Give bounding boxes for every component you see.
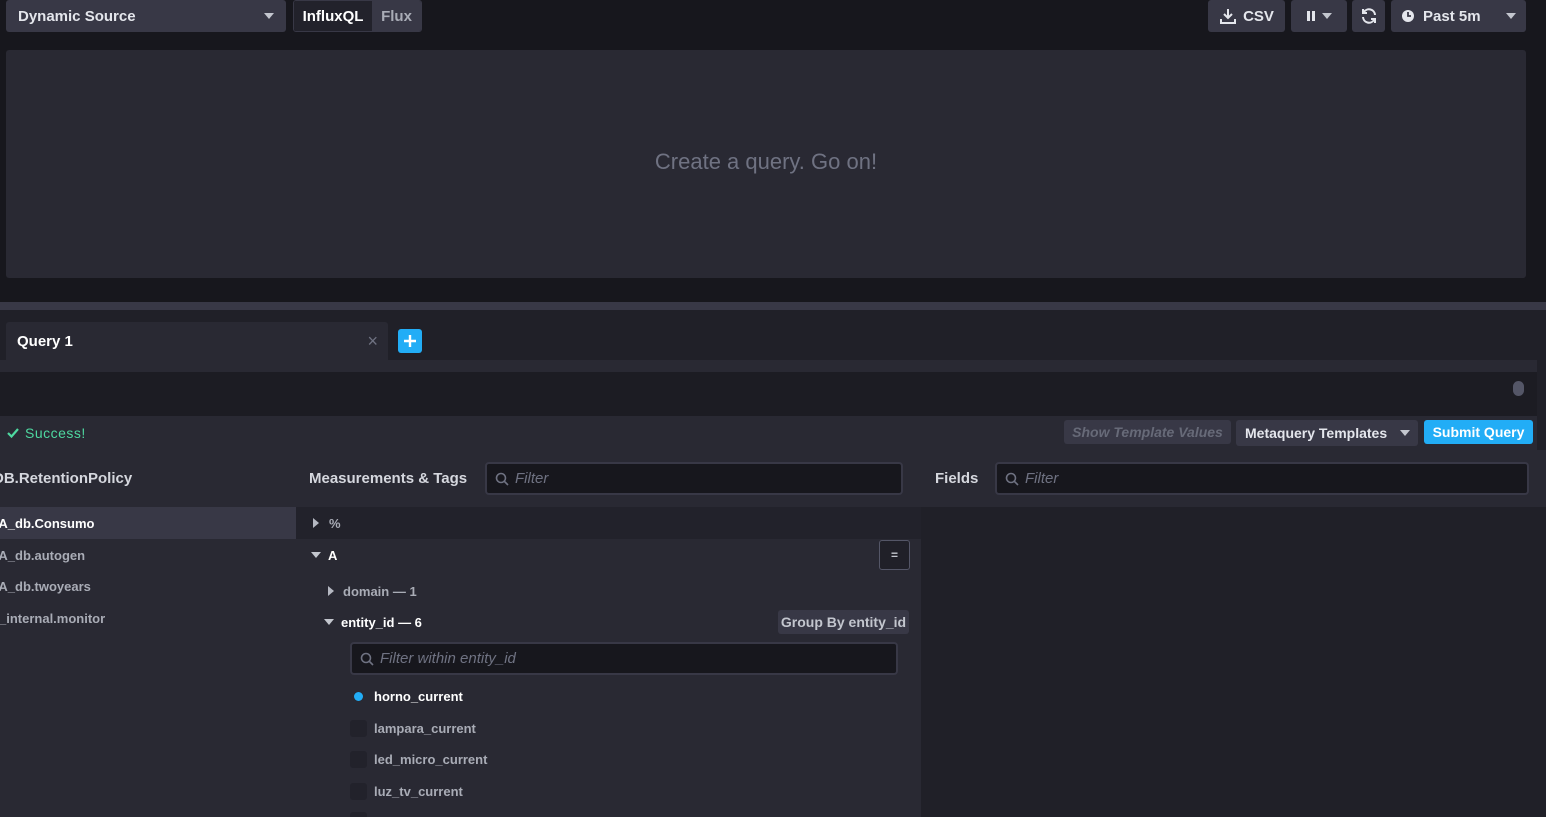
db-item[interactable]: HA_db.twoyears: [0, 570, 296, 602]
csv-download-button[interactable]: CSV: [1208, 0, 1285, 32]
db-item[interactable]: HA_db.autogen: [0, 539, 296, 571]
tag-value-item[interactable]: luz_tv_current: [350, 781, 463, 801]
db-item-selected[interactable]: HA_db.Consumo: [0, 507, 296, 539]
submit-query-button[interactable]: Submit Query: [1424, 420, 1533, 444]
query-language-toggle: InfluxQL Flux: [293, 0, 422, 32]
tab-query-1[interactable]: Query 1 ×: [6, 322, 388, 360]
measurement-item[interactable]: %: [296, 507, 921, 539]
refresh-icon: [1360, 7, 1378, 25]
tag-key-item[interactable]: domain — 1: [296, 575, 921, 607]
query-status: Success!: [6, 424, 86, 442]
show-values-button[interactable]: =: [879, 540, 910, 570]
csv-label: CSV: [1243, 7, 1274, 25]
tag-value-label: luz_tv_current: [374, 783, 463, 799]
tab-query-1-label: Query 1: [17, 332, 73, 350]
caret-down-icon: [324, 619, 334, 625]
db-item-label: HA_db.twoyears: [0, 578, 91, 594]
measurements-filter-input[interactable]: Filter: [485, 462, 903, 495]
fields-panel-header: Fields: [935, 470, 979, 487]
tag-value-item[interactable]: lampara_current: [350, 718, 476, 738]
tag-value-item[interactable]: horno_current: [350, 686, 463, 706]
tag-value-label: horno_current: [374, 688, 463, 704]
plus-icon: [403, 334, 417, 348]
tab-influxql[interactable]: InfluxQL: [294, 1, 372, 31]
check-icon: [6, 426, 20, 440]
tab-influxql-label: InfluxQL: [302, 7, 364, 25]
measurements-filter-placeholder: Filter: [515, 470, 549, 487]
metaquery-templates-label: Metaquery Templates: [1245, 425, 1388, 441]
graph-panel: Create a query. Go on!: [6, 50, 1526, 278]
add-query-button[interactable]: [398, 329, 422, 353]
caret-down-icon: [1322, 13, 1332, 19]
show-template-values-button[interactable]: Show Template Values: [1064, 420, 1231, 444]
caret-right-icon: [328, 586, 334, 596]
tab-flux[interactable]: Flux: [372, 1, 421, 31]
show-values-label: =: [890, 548, 898, 562]
tab-flux-label: Flux: [381, 7, 412, 25]
search-icon: [1005, 472, 1019, 486]
db-item[interactable]: _internal.monitor: [0, 602, 296, 634]
metaquery-templates-dropdown[interactable]: Metaquery Templates: [1236, 420, 1418, 446]
close-icon[interactable]: ×: [367, 331, 378, 352]
caret-down-icon: [1506, 13, 1516, 19]
search-icon: [495, 472, 509, 486]
status-text: Success!: [25, 425, 86, 441]
pause-icon: [1306, 10, 1316, 22]
caret-down-icon: [264, 13, 274, 19]
caret-right-icon: [313, 518, 319, 528]
db-panel-header: DB.RetentionPolicy: [0, 470, 133, 487]
tag-value-label: led_micro_current: [374, 751, 488, 767]
checkbox[interactable]: [350, 719, 367, 737]
clock-icon: [1401, 9, 1415, 23]
measurement-label: A: [328, 547, 338, 563]
group-by-label: Group By entity_id: [780, 614, 907, 630]
auto-refresh-dropdown[interactable]: [1291, 0, 1347, 32]
db-item-label: _internal.monitor: [0, 610, 106, 626]
measurement-item-header[interactable]: A: [296, 539, 921, 571]
show-template-values-label: Show Template Values: [1072, 424, 1223, 440]
fields-filter-placeholder: Filter: [1025, 470, 1059, 487]
db-item-label: HA_db.autogen: [0, 547, 86, 563]
tag-key-label: entity_id — 6: [341, 614, 422, 630]
tag-value-filter-placeholder: Filter within entity_id: [380, 650, 516, 667]
editor-scrollbar-thumb[interactable]: [1513, 381, 1524, 396]
empty-graph-message: Create a query. Go on!: [654, 149, 878, 174]
resize-divider[interactable]: [0, 302, 1546, 310]
time-range-dropdown[interactable]: Past 5m: [1391, 0, 1526, 32]
source-dropdown[interactable]: Dynamic Source: [6, 0, 286, 32]
caret-down-icon: [311, 552, 321, 558]
tag-value-item-partial[interactable]: [350, 812, 367, 817]
group-by-button[interactable]: Group By entity_id: [778, 610, 909, 634]
checkbox[interactable]: [350, 750, 367, 768]
checkbox[interactable]: [350, 782, 367, 800]
measurement-label: %: [329, 515, 341, 531]
time-range-label: Past 5m: [1423, 7, 1481, 25]
query-editor-text-area[interactable]: [0, 372, 1537, 416]
refresh-button[interactable]: [1352, 0, 1385, 32]
caret-down-icon: [1400, 430, 1410, 436]
tag-value-item[interactable]: led_micro_current: [350, 749, 487, 769]
db-item-label: HA_db.Consumo: [0, 515, 95, 531]
download-icon: [1219, 7, 1237, 25]
fields-filter-input[interactable]: Filter: [995, 462, 1529, 495]
submit-query-label: Submit Query: [1432, 424, 1525, 440]
search-icon: [360, 652, 374, 666]
radio-selected-icon[interactable]: [350, 688, 367, 705]
tag-key-label: domain — 1: [343, 583, 417, 599]
tag-value-label: lampara_current: [374, 720, 476, 736]
measurements-panel-header: Measurements & Tags: [309, 470, 468, 487]
tag-value-filter-input[interactable]: Filter within entity_id: [350, 642, 898, 675]
source-label: Dynamic Source: [18, 7, 136, 25]
